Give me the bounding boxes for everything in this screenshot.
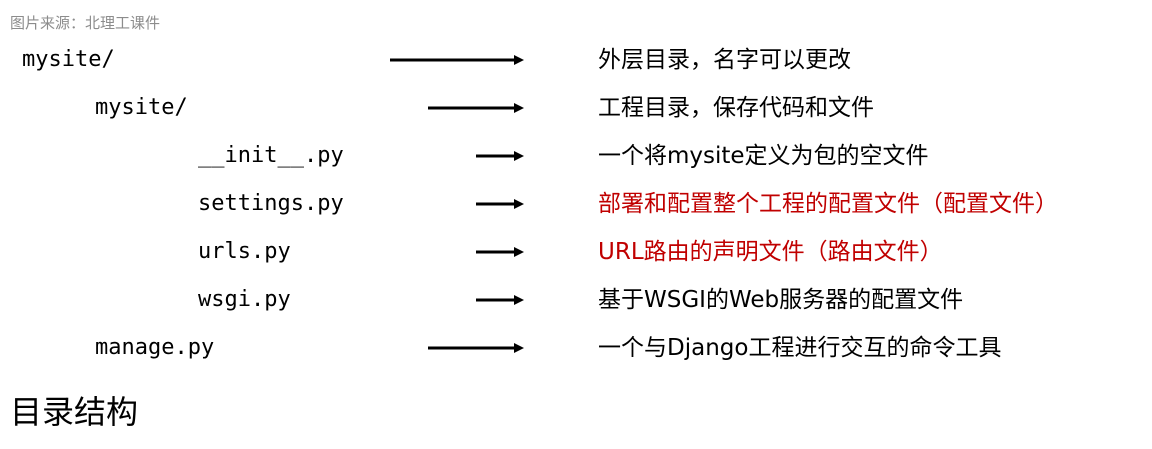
file-description-highlighted: URL路由的声明文件（路由文件） xyxy=(598,239,943,265)
figure-caption: 目录结构 xyxy=(10,393,139,431)
tree-row-settings: settings.py 部署和配置整个工程的配置文件（配置文件） xyxy=(0,184,1152,224)
file-description: 基于WSGI的Web服务器的配置文件 xyxy=(598,287,964,313)
file-description-highlighted: 部署和配置整个工程的配置文件（配置文件） xyxy=(598,191,1058,217)
file-name: __init__.py xyxy=(198,143,344,168)
file-description: 一个与Django工程进行交互的命令工具 xyxy=(598,335,1002,361)
file-name: manage.py xyxy=(95,335,215,360)
file-description: 工程目录，保存代码和文件 xyxy=(598,95,874,121)
file-name: mysite/ xyxy=(95,95,188,120)
tree-row-outer-mysite: mysite/ 外层目录，名字可以更改 xyxy=(0,40,1152,80)
source-note: 图片来源：北理工课件 xyxy=(10,14,161,32)
tree-row-inner-mysite: mysite/ 工程目录，保存代码和文件 xyxy=(0,88,1152,128)
tree-row-manage: manage.py 一个与Django工程进行交互的命令工具 xyxy=(0,328,1152,368)
arrow-icon xyxy=(476,247,524,257)
file-description: 外层目录，名字可以更改 xyxy=(598,47,851,73)
tree-row-wsgi: wsgi.py 基于WSGI的Web服务器的配置文件 xyxy=(0,280,1152,320)
arrow-icon xyxy=(476,151,524,161)
tree-row-urls: urls.py URL路由的声明文件（路由文件） xyxy=(0,232,1152,272)
arrow-icon xyxy=(476,295,524,305)
tree-row-init: __init__.py 一个将mysite定义为包的空文件 xyxy=(0,136,1152,176)
file-name: mysite/ xyxy=(22,47,115,72)
file-description: 一个将mysite定义为包的空文件 xyxy=(598,143,929,169)
file-name: wsgi.py xyxy=(198,287,291,312)
arrow-icon xyxy=(428,343,524,353)
file-name: settings.py xyxy=(198,191,344,216)
file-name: urls.py xyxy=(198,239,291,264)
arrow-icon xyxy=(390,55,524,65)
arrow-icon xyxy=(476,199,524,209)
arrow-icon xyxy=(428,103,524,113)
